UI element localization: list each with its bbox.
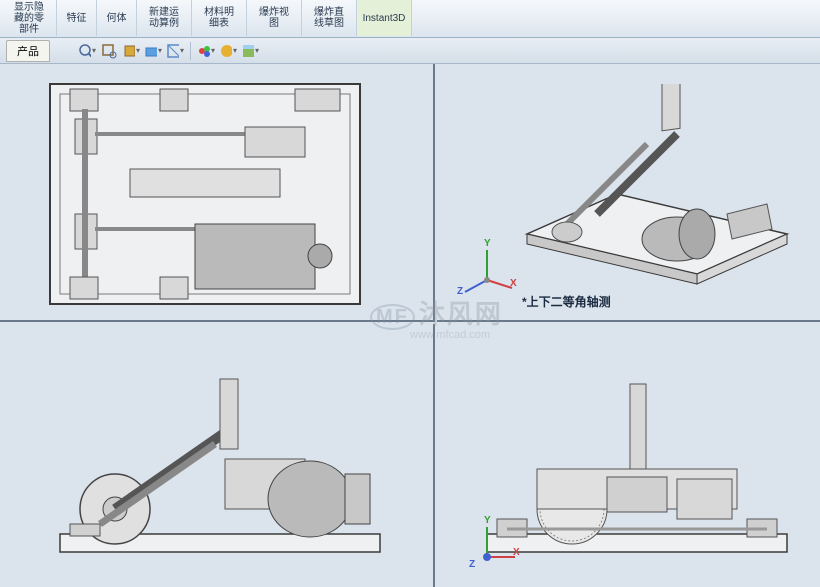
viewport-top[interactable] bbox=[0, 64, 435, 322]
tab-product[interactable]: 产品 bbox=[6, 40, 50, 62]
ribbon-motion-study[interactable]: 新建运 动算例 bbox=[137, 0, 192, 36]
viewport-front[interactable]: X Y Z bbox=[437, 324, 820, 587]
top-view-drawing bbox=[45, 79, 365, 309]
hide-show-icon[interactable]: ▾ bbox=[197, 42, 215, 60]
ribbon-features[interactable]: 特征 bbox=[57, 0, 97, 36]
ribbon-show-hidden[interactable]: 显示隐 藏的零 部件 bbox=[2, 0, 57, 36]
viewport-isometric[interactable]: X Y Z *上下二等角轴测 bbox=[437, 64, 820, 322]
display-style-icon[interactable]: ▾ bbox=[166, 42, 184, 60]
ribbon-explode-sketch[interactable]: 爆炸直 线草图 bbox=[302, 0, 357, 36]
ribbon-bar: 显示隐 藏的零 部件 特征 何体 新建运 动算例 材料明 细表 爆炸视 图 爆炸… bbox=[0, 0, 820, 38]
zoom-area-icon[interactable] bbox=[100, 42, 118, 60]
ribbon-body[interactable]: 何体 bbox=[97, 0, 137, 36]
zoom-fit-icon[interactable]: ▾ bbox=[78, 42, 96, 60]
view-prev-icon[interactable]: ▾ bbox=[122, 42, 140, 60]
ribbon-bom[interactable]: 材料明 细表 bbox=[192, 0, 247, 36]
ribbon-instant3d[interactable]: Instant3D bbox=[357, 0, 412, 36]
viewport-side[interactable] bbox=[0, 324, 435, 587]
toolbar: 产品 ▾ ▾ ▾ ▾ ▾ ▾ ▾ bbox=[0, 38, 820, 64]
iso-view-label: *上下二等角轴测 bbox=[522, 293, 611, 310]
side-view-drawing bbox=[50, 369, 390, 569]
viewport-area: X Y Z *上下二等角轴测 bbox=[0, 64, 820, 587]
ribbon-exploded-view[interactable]: 爆炸视 图 bbox=[247, 0, 302, 36]
triad-iso: X Y Z bbox=[457, 240, 517, 300]
iso-view-drawing bbox=[497, 84, 807, 294]
scene-icon[interactable]: ▾ bbox=[241, 42, 259, 60]
appearance-icon[interactable]: ▾ bbox=[219, 42, 237, 60]
view-orient-icon[interactable]: ▾ bbox=[144, 42, 162, 60]
front-view-drawing bbox=[477, 369, 797, 569]
triad-front: X Y Z bbox=[457, 517, 517, 577]
